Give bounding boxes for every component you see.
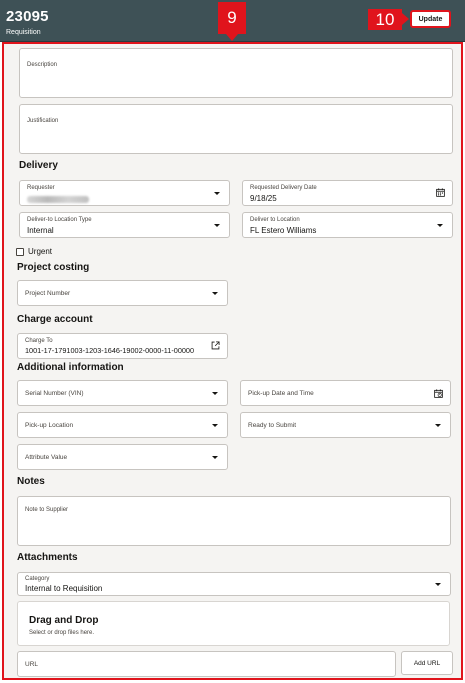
status-select[interactable]: Ready to Submit	[240, 412, 451, 438]
note-to-supplier-label: Note to Supplier	[25, 507, 69, 513]
additional-information-section-title: Additional information	[17, 362, 124, 373]
description-label: Description	[27, 62, 58, 68]
note-to-supplier-field[interactable]: Note to Supplier	[17, 496, 451, 546]
requester-label: Requester	[27, 185, 55, 191]
pickup-date-time-placeholder: Pick-up Date and Time	[248, 390, 314, 397]
deliver-to-location-type-label: Deliver-to Location Type	[27, 217, 92, 223]
attachments-section-title: Attachments	[17, 552, 78, 563]
deliver-to-location-type-select[interactable]: Deliver-to Location Type Internal	[19, 212, 230, 238]
attribute-value-placeholder: Attribute Value	[25, 454, 68, 461]
update-button[interactable]: Update	[410, 10, 451, 28]
serial-number-placeholder: Serial Number (VIN)	[25, 390, 84, 397]
requester-select[interactable]: Requester	[19, 180, 230, 206]
callout-pointer-9	[226, 34, 238, 41]
requisition-number: 23095	[6, 8, 49, 25]
category-select[interactable]: Category Internal to Requisition	[17, 572, 451, 596]
notes-section-title: Notes	[17, 476, 45, 487]
delivery-section-title: Delivery	[19, 160, 58, 171]
chevron-down-icon	[212, 424, 218, 427]
page-subtitle: Requisition	[6, 29, 41, 36]
callout-marker-9: 9	[218, 2, 246, 34]
project-number-placeholder: Project Number	[25, 290, 71, 297]
description-field[interactable]: Description	[19, 48, 453, 98]
requester-value-redacted	[27, 196, 89, 203]
requested-delivery-date-label: Requested Delivery Date	[250, 185, 317, 191]
url-input[interactable]: URL	[17, 651, 396, 677]
serial-number-select[interactable]: Serial Number (VIN)	[17, 380, 228, 406]
pickup-date-time-field[interactable]: Pick-up Date and Time	[240, 380, 451, 406]
drag-and-drop-subtitle: Select or drop files here.	[29, 630, 95, 636]
urgent-label: Urgent	[28, 247, 53, 256]
justification-field[interactable]: Justification	[19, 104, 453, 154]
charge-to-label: Charge To	[25, 338, 53, 344]
drag-and-drop-zone[interactable]: Drag and Drop Select or drop files here.	[17, 601, 450, 646]
justification-label: Justification	[27, 118, 59, 124]
charge-to-field[interactable]: Charge To 1001-17-1791003-1203-1646-1900…	[17, 333, 228, 359]
deliver-to-location-type-value: Internal	[27, 226, 54, 235]
callout-marker-10: 10	[368, 9, 402, 30]
chevron-down-icon	[214, 192, 220, 195]
status-placeholder: Ready to Submit	[248, 422, 297, 429]
charge-account-section-title: Charge account	[17, 314, 93, 325]
attribute-value-select[interactable]: Attribute Value	[17, 444, 228, 470]
deliver-to-location-select[interactable]: Deliver to Location FL Estero Williams	[242, 212, 453, 238]
drag-and-drop-title: Drag and Drop	[29, 615, 99, 626]
pickup-location-placeholder: Pick-up Location	[25, 422, 74, 429]
chevron-down-icon	[212, 292, 218, 295]
add-url-button[interactable]: Add URL	[401, 651, 453, 675]
chevron-down-icon	[212, 392, 218, 395]
callout-pointer-10	[402, 13, 409, 25]
deliver-to-location-label: Deliver to Location	[250, 217, 300, 223]
external-link-icon[interactable]	[211, 341, 220, 350]
urgent-checkbox[interactable]	[16, 248, 24, 256]
category-label: Category	[25, 576, 50, 582]
category-value: Internal to Requisition	[25, 584, 103, 593]
url-placeholder: URL	[25, 661, 39, 668]
requested-delivery-date-field[interactable]: Requested Delivery Date 9/18/25	[242, 180, 453, 206]
calendar-icon[interactable]	[436, 188, 445, 197]
charge-to-value: 1001-17-1791003-1203-1646-19002-0000-11-…	[25, 346, 195, 355]
chevron-down-icon	[212, 456, 218, 459]
pickup-location-select[interactable]: Pick-up Location	[17, 412, 228, 438]
project-costing-section-title: Project costing	[17, 262, 90, 273]
project-number-select[interactable]: Project Number	[17, 280, 228, 306]
requested-delivery-date-value: 9/18/25	[250, 194, 277, 203]
deliver-to-location-value: FL Estero Williams	[250, 226, 317, 235]
chevron-down-icon	[435, 424, 441, 427]
chevron-down-icon	[435, 583, 441, 586]
chevron-down-icon	[214, 224, 220, 227]
chevron-down-icon	[437, 224, 443, 227]
calendar-icon[interactable]	[434, 389, 443, 398]
